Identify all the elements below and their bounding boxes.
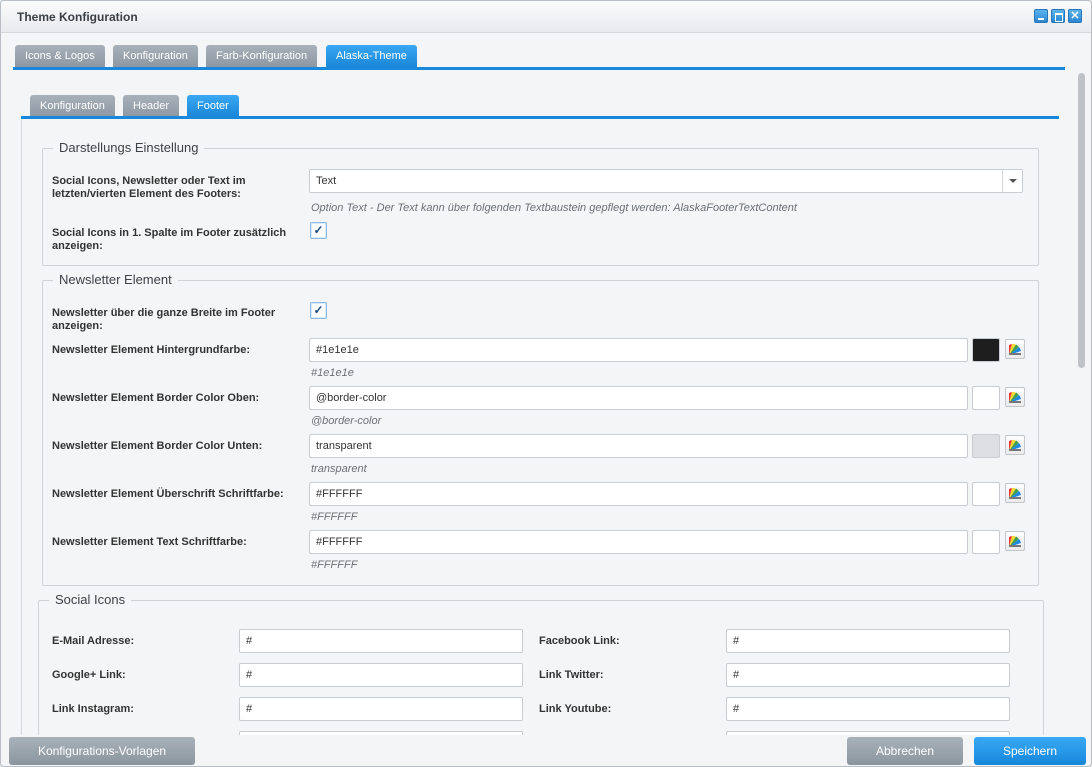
- subtab-konfiguration[interactable]: Konfiguration: [30, 95, 115, 117]
- select-value: Text: [316, 175, 337, 187]
- element-select-label: Social Icons, Newsletter oder Text im le…: [52, 175, 246, 200]
- color-value-input[interactable]: @border-color: [309, 386, 968, 410]
- footer-element-select[interactable]: Text: [309, 169, 1023, 193]
- youtube-label: Link Youtube:: [539, 703, 612, 715]
- color-picker-icon[interactable]: [1005, 435, 1025, 455]
- twitter-label: Link Twitter:: [539, 669, 604, 681]
- color-row-label: Newsletter Element Text Schriftfarbe:: [52, 536, 247, 548]
- instagram-link-field[interactable]: #: [239, 697, 523, 721]
- google-plus-label: Google+ Link:: [52, 669, 126, 681]
- color-value-input[interactable]: #FFFFFF: [309, 482, 968, 506]
- subtab-footer[interactable]: Footer: [187, 95, 239, 117]
- title-bar[interactable]: Theme Konfiguration ✕: [1, 1, 1091, 33]
- youtube-link-field[interactable]: #: [726, 697, 1010, 721]
- color-swatch[interactable]: [972, 482, 1000, 506]
- close-icon[interactable]: ✕: [1068, 9, 1082, 23]
- color-value-input[interactable]: #1e1e1e: [309, 338, 968, 362]
- color-swatch[interactable]: [972, 338, 1000, 362]
- cancel-button[interactable]: Abbrechen: [847, 737, 963, 765]
- dialog-footer: Konfigurations-Vorlagen Abbrechen Speich…: [1, 735, 1091, 766]
- config-templates-button[interactable]: Konfigurations-Vorlagen: [9, 737, 195, 765]
- social-column-checkbox[interactable]: ✓: [310, 222, 327, 239]
- color-value-input[interactable]: #FFFFFF: [309, 530, 968, 554]
- fieldset-legend: Darstellungs Einstellung: [53, 140, 205, 155]
- tab-konfiguration[interactable]: Konfiguration: [113, 45, 198, 67]
- color-row-label: Newsletter Element Border Color Oben:: [52, 392, 260, 404]
- minimize-icon[interactable]: [1034, 9, 1048, 23]
- email-label: E-Mail Adresse:: [52, 635, 135, 647]
- color-swatch[interactable]: [972, 386, 1000, 410]
- color-value-hint: #1e1e1e: [311, 367, 354, 379]
- main-tab-strip: [13, 67, 1065, 70]
- color-row-label: Newsletter Element Hintergrundfarbe:: [52, 344, 251, 356]
- color-value-hint: @border-color: [311, 415, 382, 427]
- color-value-hint: #FFFFFF: [311, 511, 358, 523]
- color-swatch[interactable]: [972, 530, 1000, 554]
- fieldset-legend: Newsletter Element: [53, 272, 178, 287]
- vertical-scrollbar[interactable]: [1075, 71, 1087, 735]
- twitter-link-field[interactable]: #: [726, 663, 1010, 687]
- email-field[interactable]: #: [239, 629, 523, 653]
- color-value-input[interactable]: transparent: [309, 434, 968, 458]
- color-swatch[interactable]: [972, 434, 1000, 458]
- color-value-hint: transparent: [311, 463, 367, 475]
- color-picker-icon[interactable]: [1005, 387, 1025, 407]
- facebook-label: Facebook Link:: [539, 635, 620, 647]
- tab-alaska-theme[interactable]: Alaska-Theme: [326, 45, 417, 67]
- color-row-label: Newsletter Element Border Color Unten:: [52, 440, 263, 452]
- maximize-icon[interactable]: [1051, 9, 1065, 23]
- theme-config-window: Theme Konfiguration ✕ Icons & Logos Konf…: [0, 0, 1092, 767]
- newsletter-full-width-label: Newsletter über die ganze Breite im Foot…: [52, 307, 276, 332]
- color-picker-icon[interactable]: [1005, 483, 1025, 503]
- color-picker-icon[interactable]: [1005, 531, 1025, 551]
- newsletter-full-width-checkbox[interactable]: ✓: [310, 302, 327, 319]
- footer-settings-panel: Darstellungs Einstellung Social Icons, N…: [21, 119, 1059, 735]
- instagram-label: Link Instagram:: [52, 703, 134, 715]
- fieldset-legend: Social Icons: [49, 592, 132, 607]
- color-picker-icon[interactable]: [1005, 339, 1025, 359]
- window-title: Theme Konfiguration: [17, 10, 138, 24]
- chevron-down-icon[interactable]: [1002, 170, 1022, 192]
- save-button[interactable]: Speichern: [974, 737, 1086, 765]
- tab-icons-logos[interactable]: Icons & Logos: [15, 45, 105, 67]
- tab-farb-konfiguration[interactable]: Farb-Konfiguration: [206, 45, 318, 67]
- scrollbar-thumb[interactable]: [1078, 73, 1085, 368]
- element-select-hint: Option Text - Der Text kann über folgend…: [311, 202, 797, 214]
- subtab-header[interactable]: Header: [123, 95, 180, 117]
- google-plus-link-field[interactable]: #: [239, 663, 523, 687]
- color-value-hint: #FFFFFF: [311, 559, 358, 571]
- color-row-label: Newsletter Element Überschrift Schriftfa…: [52, 488, 284, 500]
- facebook-link-field[interactable]: #: [726, 629, 1010, 653]
- social-column-label: Social Icons in 1. Spalte im Footer zusä…: [52, 227, 287, 252]
